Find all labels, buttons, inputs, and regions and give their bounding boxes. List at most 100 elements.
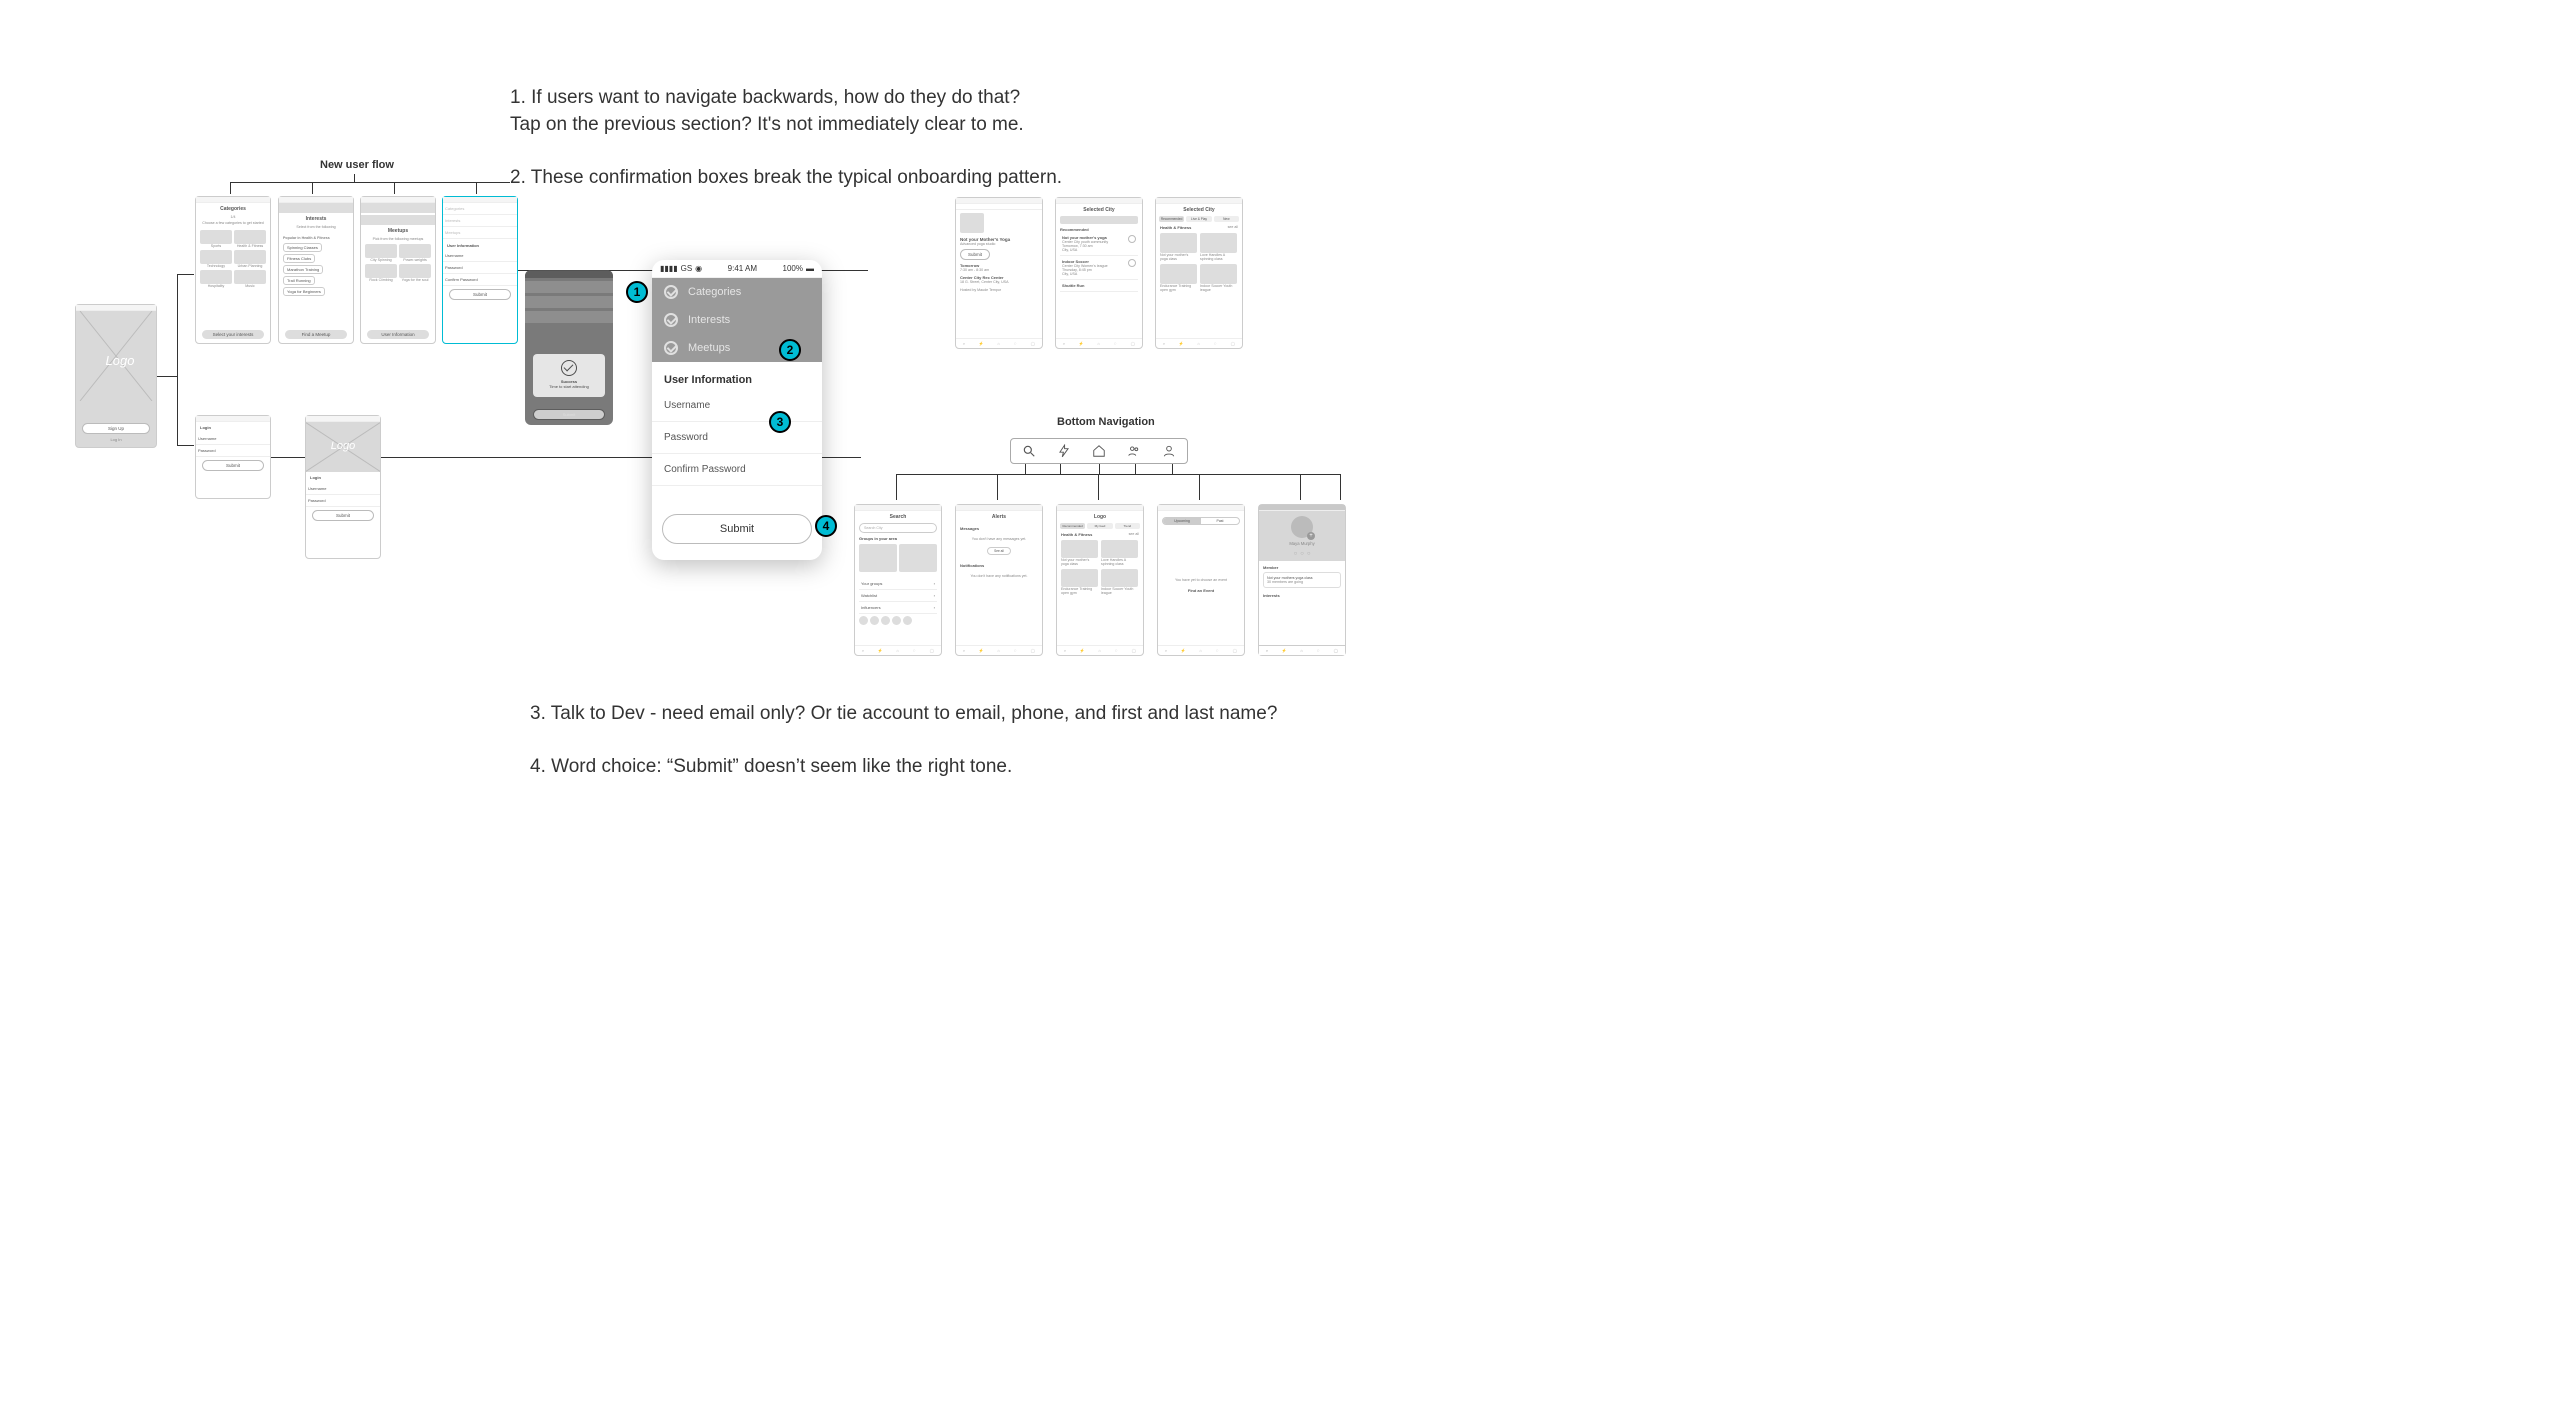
info-icon[interactable] — [1128, 259, 1136, 267]
password-field[interactable]: Password — [443, 262, 517, 274]
nav-bolt-icon[interactable]: ⚡ — [878, 648, 883, 653]
edit-avatar-icon[interactable]: + — [1307, 532, 1315, 540]
home-tile[interactable]: Not your mother's yoga class — [1061, 558, 1098, 566]
group-item[interactable]: Influencers — [861, 605, 881, 610]
find-event-link[interactable]: Find an Event — [1162, 588, 1240, 593]
group-icon[interactable] — [1127, 444, 1141, 458]
nav-bolt-icon[interactable]: ⚡ — [1179, 341, 1184, 346]
chip[interactable]: Marathon Training — [283, 265, 323, 274]
nav-search-icon[interactable]: ⌕ — [963, 341, 965, 346]
nav-group-icon[interactable]: ♢ — [1213, 341, 1217, 346]
nav-profile-icon[interactable]: ◯ — [1131, 341, 1135, 346]
login-username[interactable]: Username — [196, 433, 270, 445]
nav-search-icon[interactable]: ⌕ — [1165, 648, 1167, 653]
profile-tab[interactable]: ○ — [1294, 551, 1298, 557]
group-item[interactable]: Watchlist — [861, 593, 877, 598]
event-submit[interactable]: Submit — [960, 249, 990, 260]
home-tile[interactable]: Endurance Training open gym — [1061, 587, 1098, 595]
grid-tile-label[interactable]: Endurance Training open gym — [1160, 284, 1197, 292]
chip[interactable]: Trail Running — [283, 276, 315, 285]
nav-home-icon[interactable]: ⌂ — [1097, 341, 1099, 346]
categories-cta[interactable]: Select your interests — [202, 330, 264, 339]
card-label[interactable]: Rock Climbing — [365, 278, 397, 282]
nav-home-icon[interactable]: ⌂ — [1300, 648, 1302, 653]
see-all-button[interactable]: See all — [987, 547, 1011, 555]
tile-label[interactable]: Technology — [200, 264, 232, 268]
info-icon[interactable] — [1128, 235, 1136, 243]
nav-profile-icon[interactable]: ◯ — [930, 648, 934, 653]
nav-home-icon[interactable]: ⌂ — [1199, 648, 1201, 653]
home-tile[interactable]: Indoor Soccer Youth league — [1101, 587, 1138, 595]
login2-username[interactable]: Username — [306, 483, 380, 495]
login-password[interactable]: Password — [196, 445, 270, 457]
meetups-cta[interactable]: User Information — [367, 330, 429, 339]
card-label[interactable]: Power-weights — [399, 258, 431, 262]
nav-home-icon[interactable]: ⌂ — [896, 648, 898, 653]
profile-icon[interactable] — [1162, 444, 1176, 458]
login2-submit[interactable]: Submit — [312, 510, 374, 521]
password-input[interactable]: Password — [652, 422, 822, 454]
nav-profile-icon[interactable]: ◯ — [1334, 648, 1338, 653]
nav-search-icon[interactable]: ⌕ — [1266, 648, 1268, 653]
nav-group-icon[interactable]: ♢ — [1316, 648, 1320, 653]
nav-bolt-icon[interactable]: ⚡ — [1282, 648, 1287, 653]
nav-profile-icon[interactable]: ◯ — [1231, 341, 1235, 346]
confirm-field[interactable]: Confirm Password — [443, 274, 517, 286]
username-field[interactable]: Username — [443, 250, 517, 262]
profile-tab[interactable]: ○ — [1300, 551, 1304, 557]
confirm-password-input[interactable]: Confirm Password — [652, 454, 822, 486]
nav-bolt-icon[interactable]: ⚡ — [1079, 341, 1084, 346]
nav-home-icon[interactable]: ⌂ — [997, 341, 999, 346]
nav-group-icon[interactable]: ♢ — [912, 648, 916, 653]
nav-group-icon[interactable]: ♢ — [1013, 341, 1017, 346]
home-tile[interactable]: Love Handles A spinning class — [1101, 558, 1138, 566]
nav-bolt-icon[interactable]: ⚡ — [1080, 648, 1085, 653]
card-label[interactable]: Yoga for the soul — [399, 278, 431, 282]
search-icon[interactable] — [1022, 444, 1036, 458]
chip[interactable]: Fitness Clubs — [283, 254, 315, 263]
grid-tile-label[interactable]: Love Handles A spinning class — [1200, 253, 1237, 261]
tab-upcoming[interactable]: Upcoming — [1163, 518, 1201, 524]
tile-label[interactable]: Health & Fitness — [234, 244, 266, 248]
submit-button[interactable]: Submit — [449, 289, 511, 300]
nav-profile-icon[interactable]: ◯ — [1031, 648, 1035, 653]
tab-past[interactable]: Past — [1201, 518, 1239, 524]
sign-up-button[interactable]: Sign Up — [82, 423, 150, 434]
step-meetups[interactable]: Meetups — [688, 342, 730, 354]
chip[interactable]: Spinning Classes — [283, 243, 322, 252]
home-icon[interactable] — [1092, 444, 1106, 458]
group-item[interactable]: Your groups — [861, 581, 882, 586]
nav-home-icon[interactable]: ⌂ — [997, 648, 999, 653]
nav-search-icon[interactable]: ⌕ — [1063, 341, 1065, 346]
nav-bolt-icon[interactable]: ⚡ — [1181, 648, 1186, 653]
step-categories[interactable]: Categories — [688, 286, 741, 298]
card-label[interactable]: City Spinning — [365, 258, 397, 262]
grid-tile-label[interactable]: Indoor Soccer Youth league — [1200, 284, 1237, 292]
nav-home-icon[interactable]: ⌂ — [1098, 648, 1100, 653]
tile-label[interactable]: Urban Planning — [234, 264, 266, 268]
nav-search-icon[interactable]: ⌕ — [1064, 648, 1066, 653]
city-header[interactable]: Selected City — [1156, 204, 1242, 216]
profile-tab[interactable]: ○ — [1307, 551, 1311, 557]
username-input[interactable]: Username — [652, 390, 822, 422]
step-interests[interactable]: Interests — [688, 314, 730, 326]
see-all-link[interactable]: see all — [1129, 532, 1139, 537]
chip[interactable]: Yoga for Beginners — [283, 287, 325, 296]
recommended-header[interactable]: Selected City — [1056, 204, 1142, 216]
rec-item-title[interactable]: Shuttle Run — [1062, 283, 1136, 288]
submit-button[interactable]: Submit — [662, 514, 812, 544]
success-submit[interactable]: Submit — [533, 409, 605, 420]
nav-home-icon[interactable]: ⌂ — [1197, 341, 1199, 346]
login2-password[interactable]: Password — [306, 495, 380, 507]
nav-bolt-icon[interactable]: ⚡ — [979, 648, 984, 653]
nav-search-icon[interactable]: ⌕ — [963, 648, 965, 653]
nav-search-icon[interactable]: ⌕ — [1163, 341, 1165, 346]
nav-group-icon[interactable]: ♢ — [1113, 341, 1117, 346]
nav-group-icon[interactable]: ♢ — [1215, 648, 1219, 653]
tile-label[interactable]: Sports — [200, 244, 232, 248]
nav-profile-icon[interactable]: ◯ — [1132, 648, 1136, 653]
login-submit[interactable]: Submit — [202, 460, 264, 471]
see-all-link[interactable]: see all — [1228, 225, 1238, 230]
login-link[interactable]: Log In — [76, 437, 156, 442]
nav-search-icon[interactable]: ⌕ — [862, 648, 864, 653]
